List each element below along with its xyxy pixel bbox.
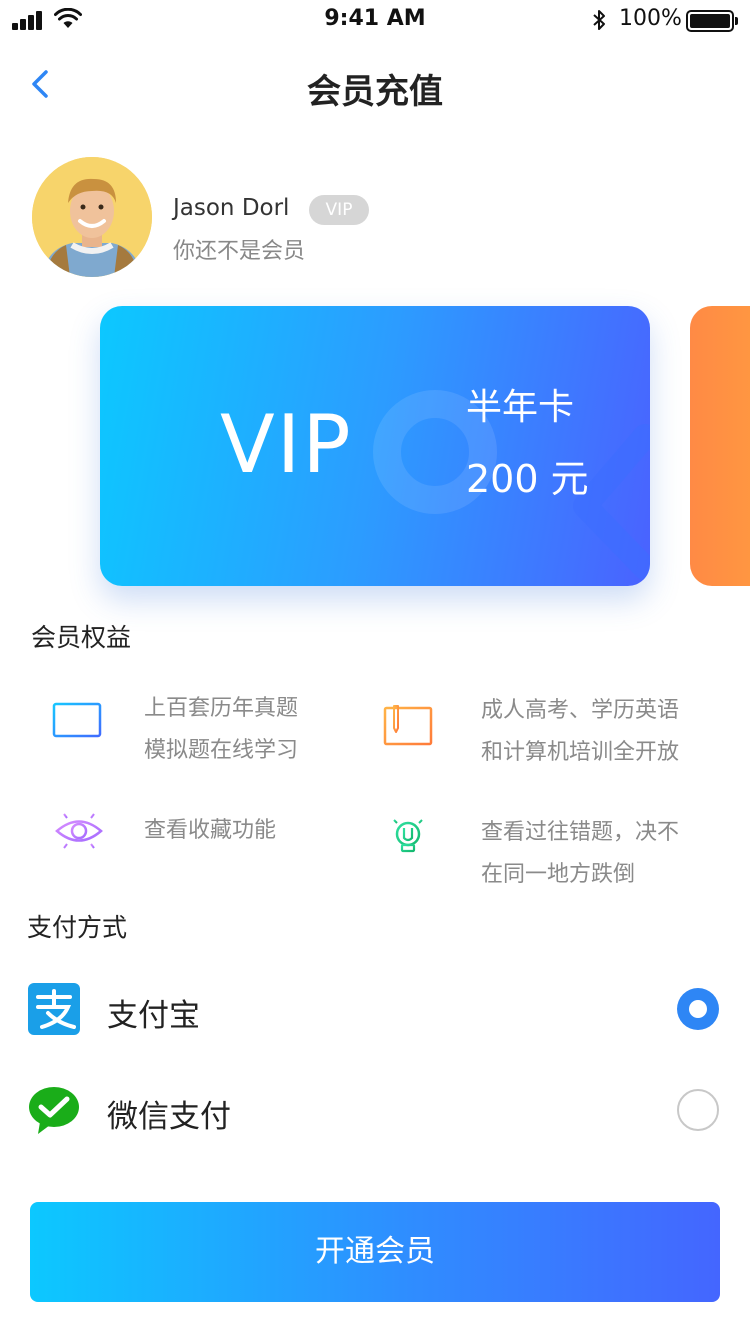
user-photo (32, 157, 152, 277)
monitor-icon (52, 702, 102, 747)
wechat-pay-radio[interactable] (677, 1089, 719, 1131)
card-price: 200 元 (466, 457, 589, 501)
battery-percent: 100% (619, 6, 682, 31)
benefit-text-3: 查看收藏功能 (144, 810, 276, 852)
card-plan-name: 半年卡 (466, 387, 575, 428)
wechat-pay-icon (29, 1087, 79, 1134)
card-vip-label: VIP (220, 398, 353, 491)
avatar[interactable] (32, 157, 152, 277)
alipay-icon (28, 983, 80, 1035)
benefit-2-line1: 成人高考、学历英语 (481, 698, 680, 723)
benefit-3-line1: 查看收藏功能 (144, 818, 277, 843)
bluetooth-icon (593, 10, 605, 30)
benefit-text-4: 查看过往错题，决不 在同一地方跌倒 (481, 812, 679, 896)
membership-card-half-year[interactable]: VIP 半年卡 200 元 (100, 306, 650, 586)
vip-badge: VIP (309, 195, 369, 225)
payment-title: 支付方式 (27, 913, 128, 942)
book-icon (383, 705, 433, 746)
benefit-1-line1: 上百套历年真题 (144, 696, 299, 721)
alipay-radio[interactable] (677, 988, 719, 1030)
user-name: Jason Dorl (173, 195, 290, 221)
membership-card-next[interactable] (690, 306, 750, 586)
lightbulb-icon (389, 815, 427, 857)
membership-status: 你还不是会员 (173, 239, 306, 264)
eye-icon (55, 809, 103, 853)
benefit-4-line2: 在同一地方跌倒 (481, 862, 636, 887)
benefit-1-line2: 模拟题在线学习 (144, 738, 299, 763)
benefit-text-2: 成人高考、学历英语 和计算机培训全开放 (481, 690, 679, 774)
benefits-title: 会员权益 (31, 623, 132, 652)
benefit-2-line2: 和计算机培训全开放 (481, 740, 680, 765)
card-decoration (373, 390, 650, 580)
benefit-4-line1: 查看过往错题，决不 (481, 820, 680, 845)
status-bar: 9:41 AM 100% (0, 0, 750, 40)
benefit-text-1: 上百套历年真题 模拟题在线学习 (144, 688, 298, 772)
activate-membership-button[interactable]: 开通会员 (30, 1202, 720, 1302)
battery-icon (686, 10, 738, 32)
page-title: 会员充值 (307, 72, 443, 112)
alipay-label: 支付宝 (107, 998, 200, 1034)
wechat-pay-label: 微信支付 (107, 1099, 231, 1135)
